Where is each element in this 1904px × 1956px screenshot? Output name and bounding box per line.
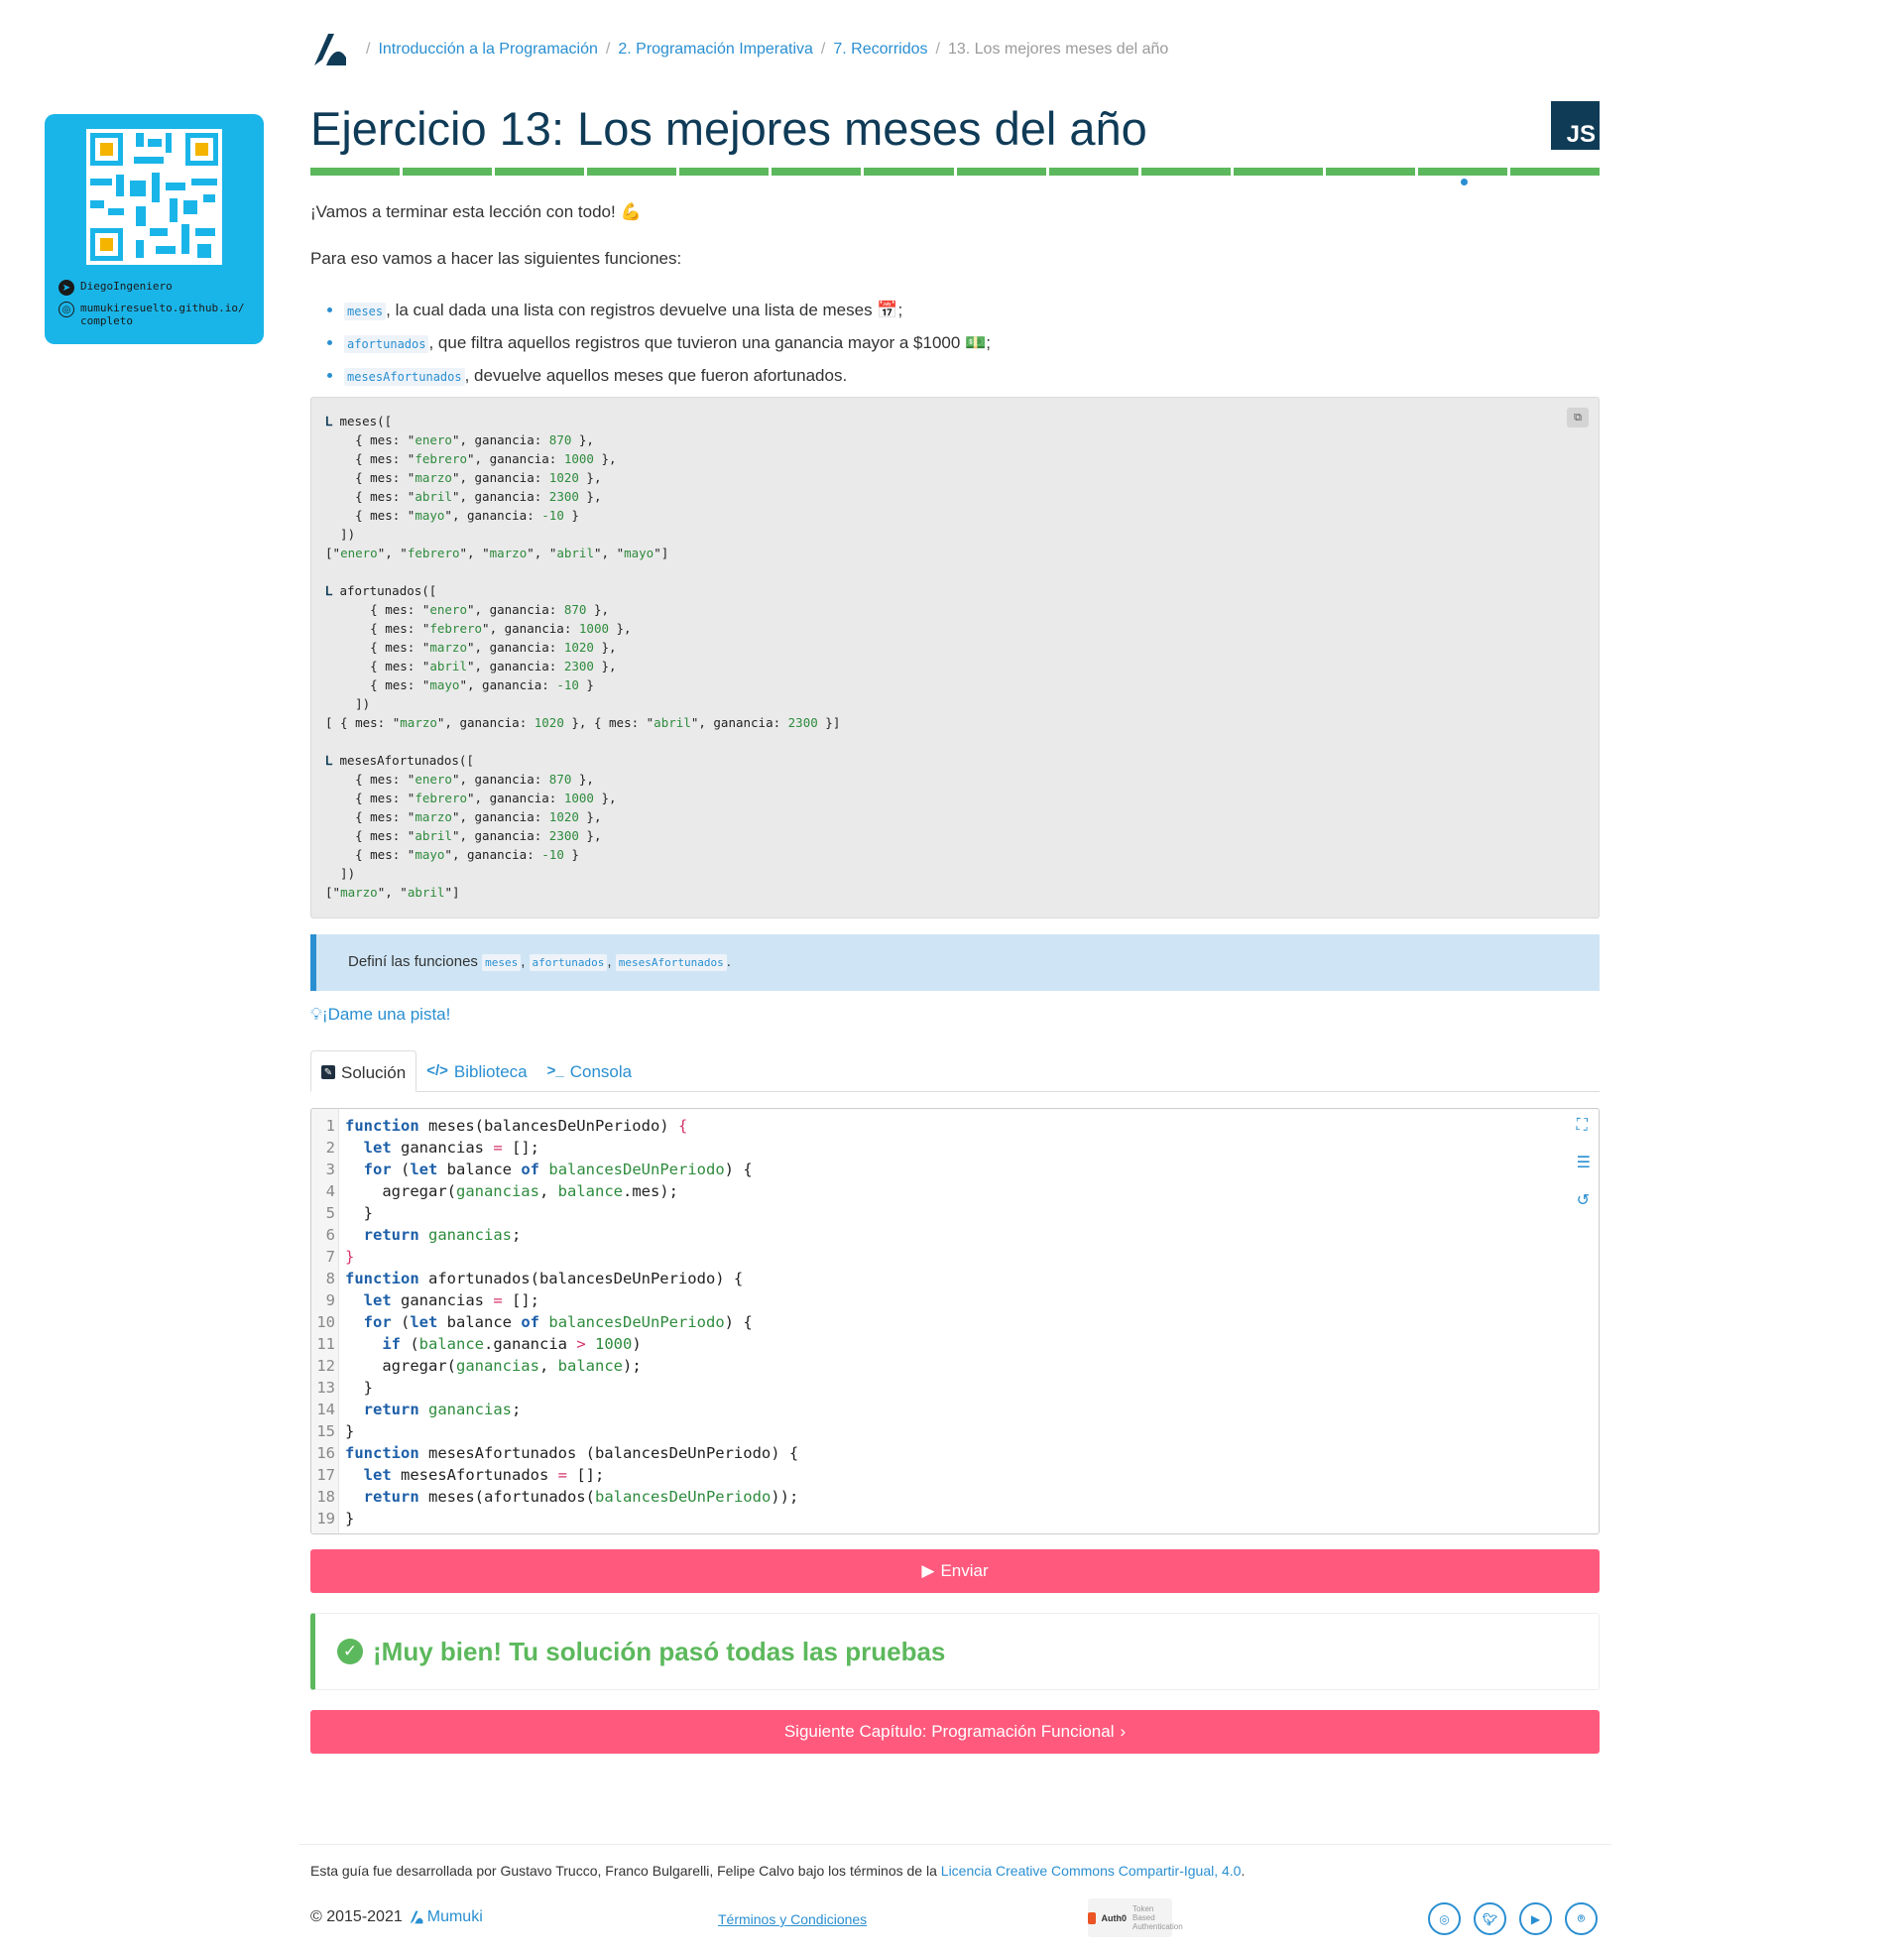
breadcrumb-item-chapter[interactable]: 2. Programación Imperativa bbox=[618, 41, 813, 59]
calendar-icon: 📅 bbox=[877, 301, 898, 319]
submit-button[interactable]: ▶ Enviar bbox=[310, 1549, 1600, 1593]
edit-icon: ✎ bbox=[321, 1065, 335, 1079]
mumuki-logo-icon[interactable] bbox=[310, 30, 350, 69]
result-panel: ✓ ¡Muy bien! Tu solución pasó todas las … bbox=[310, 1613, 1600, 1690]
page-title: Ejercicio 13: Los mejores meses del año bbox=[310, 102, 1147, 155]
exercise-progress-bar bbox=[310, 168, 1601, 176]
website-line-2: completo bbox=[80, 314, 133, 327]
lightbulb-icon: 💡︎ bbox=[310, 1005, 322, 1024]
next-chapter-button[interactable]: Siguiente Capítulo: Programación Funcion… bbox=[310, 1710, 1600, 1754]
terminal-icon: >_ bbox=[546, 1062, 564, 1079]
reset-icon[interactable]: ↺ bbox=[1577, 1190, 1591, 1210]
license-link[interactable]: Licencia Creative Commons Compartir-Igua… bbox=[941, 1863, 1242, 1879]
progress-segment[interactable] bbox=[1417, 168, 1508, 176]
play-icon: ▶ bbox=[921, 1561, 935, 1580]
current-exercise-indicator bbox=[1461, 179, 1468, 185]
progress-segment[interactable] bbox=[956, 168, 1046, 176]
instagram-icon[interactable]: ◎ bbox=[1428, 1902, 1461, 1935]
telegram-icon: ➤ bbox=[59, 280, 74, 296]
auth0-shield-icon bbox=[1088, 1911, 1096, 1924]
list-item: meses, la cual dada una lista con regist… bbox=[344, 295, 991, 327]
telegram-user: DiegoIngeniero bbox=[80, 280, 173, 293]
github-icon[interactable]: ⌾ bbox=[1565, 1902, 1598, 1935]
function-list: meses, la cual dada una lista con regist… bbox=[310, 295, 991, 393]
list-item: afortunados, que filtra aquellos registr… bbox=[344, 327, 991, 360]
indent-icon[interactable]: ☰ bbox=[1577, 1153, 1591, 1172]
result-message: ¡Muy bien! Tu solución pasó todas las pr… bbox=[373, 1636, 946, 1666]
editor-tabs: ✎ Solución </> Biblioteca >_ Consola bbox=[310, 1050, 1600, 1092]
example-code: ᒪ meses([ { mes: "enero", ganancia: 870 … bbox=[325, 414, 841, 900]
progress-segment[interactable] bbox=[679, 168, 770, 176]
copy-icon[interactable]: ⧉ bbox=[1567, 408, 1589, 428]
tab-consola[interactable]: >_ Consola bbox=[537, 1050, 642, 1092]
footer-divider bbox=[298, 1844, 1611, 1845]
copyright: © 2015-2021 Mumuki bbox=[310, 1908, 483, 1926]
editor-toolbar: ⛶ ☰ ↺ bbox=[1577, 1117, 1591, 1210]
mumuki-logo-icon bbox=[410, 1910, 423, 1924]
progress-segment[interactable] bbox=[1325, 168, 1415, 176]
list-item: mesesAfortunados, devuelve aquellos mese… bbox=[344, 360, 991, 393]
breadcrumb-item-course[interactable]: Introducción a la Programación bbox=[378, 41, 597, 59]
tab-solucion[interactable]: ✎ Solución bbox=[310, 1050, 417, 1092]
intro-paragraph-2: Para eso vamos a hacer las siguientes fu… bbox=[310, 249, 682, 268]
flexed-biceps-icon: 💪 bbox=[620, 202, 642, 221]
mumuki-brand-link[interactable]: Mumuki bbox=[409, 1908, 483, 1926]
progress-segment[interactable] bbox=[310, 168, 401, 176]
chevron-right-icon: › bbox=[1120, 1722, 1127, 1741]
youtube-icon[interactable]: ▶ bbox=[1519, 1902, 1552, 1935]
globe-icon: ◎ bbox=[59, 302, 74, 317]
social-links: ◎ 🐦︎ ▶ ⌾ bbox=[1428, 1902, 1598, 1935]
task-callout: Definí las funciones meses, afortunados,… bbox=[310, 934, 1600, 991]
progress-segment[interactable] bbox=[1233, 168, 1323, 176]
money-icon: 💵 bbox=[965, 333, 987, 352]
sidebar-promo-card: ➤ DiegoIngeniero ◎ mumukiresuelto.github… bbox=[45, 114, 264, 344]
progress-segment[interactable] bbox=[403, 168, 493, 176]
progress-segment[interactable] bbox=[1510, 168, 1601, 176]
progress-segment[interactable] bbox=[864, 168, 954, 176]
code-icon: </> bbox=[426, 1062, 448, 1079]
breadcrumb-current: 13. Los mejores meses del año bbox=[947, 41, 1169, 58]
progress-segment[interactable] bbox=[1140, 168, 1231, 176]
terms-link[interactable]: Términos y Condiciones bbox=[718, 1911, 867, 1927]
website-line-1: mumukiresuelto.github.io/ bbox=[80, 302, 245, 314]
telegram-contact[interactable]: ➤ DiegoIngeniero bbox=[59, 280, 173, 296]
fullscreen-icon[interactable]: ⛶ bbox=[1577, 1117, 1591, 1135]
hint-link[interactable]: 💡︎¡Dame una pista! bbox=[310, 1005, 450, 1025]
progress-segment[interactable] bbox=[495, 168, 585, 176]
language-badge: JS bbox=[1551, 101, 1600, 150]
auth0-badge[interactable]: Auth0 Token Based Authentication bbox=[1088, 1898, 1183, 1937]
twitter-icon[interactable]: 🐦︎ bbox=[1474, 1902, 1506, 1935]
progress-segment[interactable] bbox=[587, 168, 677, 176]
code-editor[interactable]: 1 function meses(balancesDeUnPeriodo) { 2… bbox=[310, 1108, 1600, 1534]
website-link[interactable]: ◎ mumukiresuelto.github.io/ completo bbox=[59, 302, 245, 327]
check-circle-icon: ✓ bbox=[337, 1639, 363, 1664]
example-code-block: ⧉ ᒪ meses([ { mes: "enero", ganancia: 87… bbox=[310, 397, 1600, 918]
breadcrumb-item-lesson[interactable]: 7. Recorridos bbox=[833, 41, 927, 59]
qr-code bbox=[86, 129, 222, 265]
tab-biblioteca[interactable]: </> Biblioteca bbox=[416, 1050, 536, 1092]
breadcrumb: / Introducción a la Programación / 2. Pr… bbox=[310, 30, 1168, 69]
progress-segment[interactable] bbox=[772, 168, 862, 176]
intro-paragraph: ¡Vamos a terminar esta lección con todo!… bbox=[310, 202, 642, 221]
footer-credits: Esta guía fue desarrollada por Gustavo T… bbox=[310, 1863, 1246, 1879]
progress-segment[interactable] bbox=[1048, 168, 1138, 176]
